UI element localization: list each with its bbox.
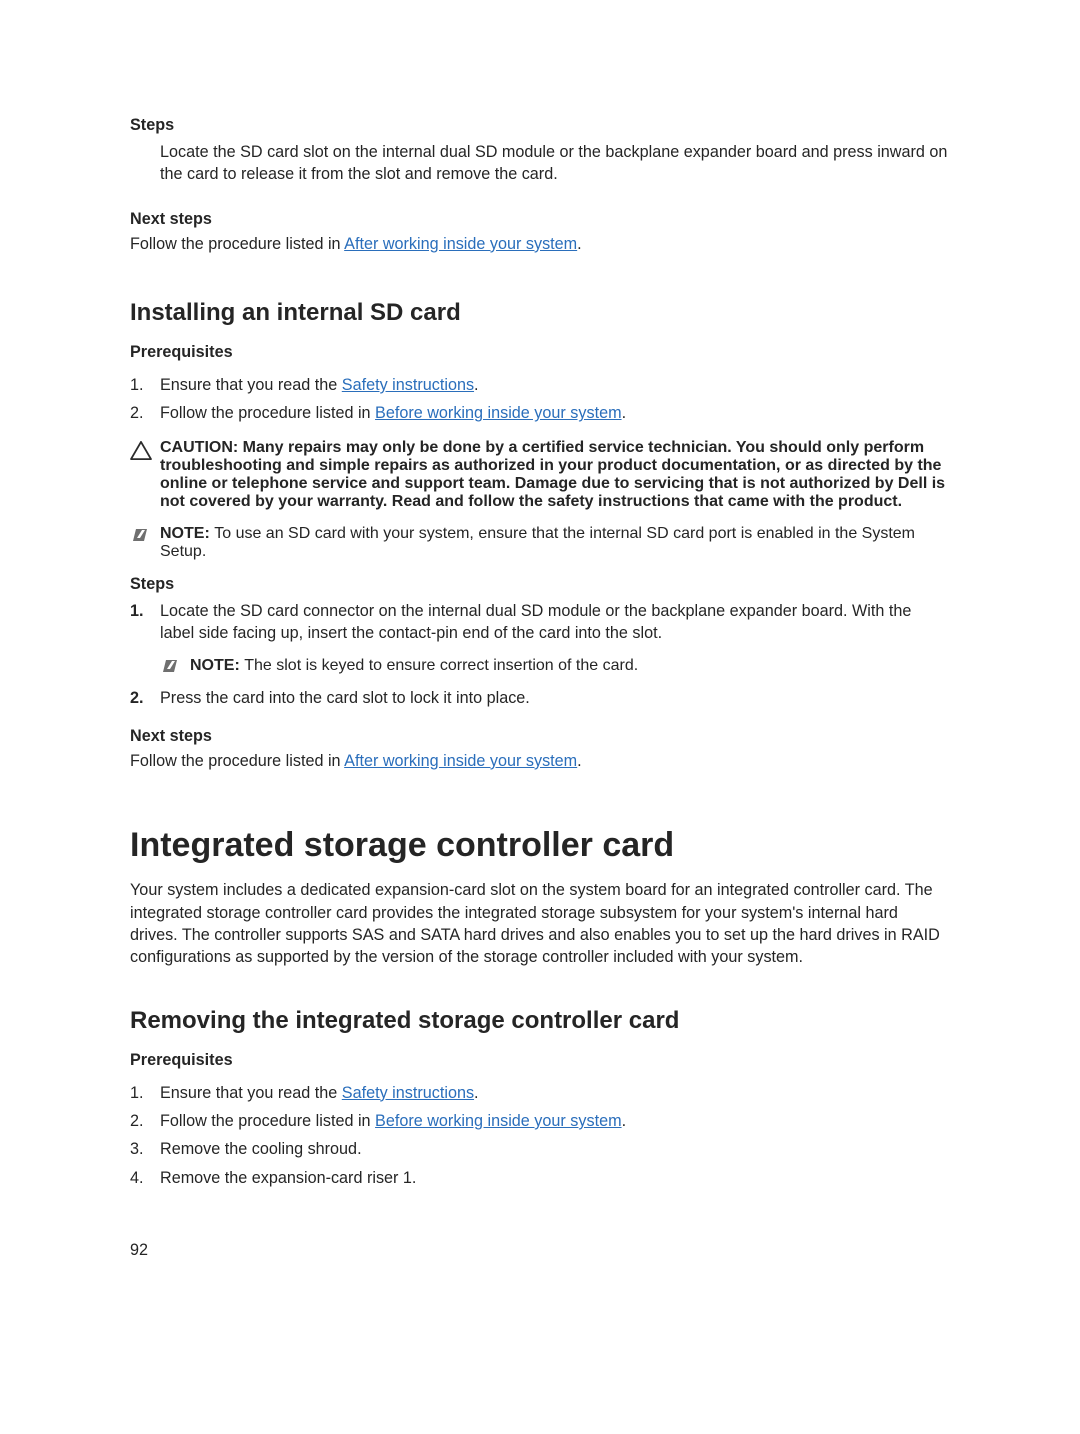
after-working-link[interactable]: After working inside your system bbox=[344, 752, 577, 770]
safety-instructions-link[interactable]: Safety instructions bbox=[342, 376, 474, 394]
prerequisites-list: 1. Ensure that you read the Safety instr… bbox=[130, 374, 950, 425]
step-note-text: NOTE: The slot is keyed to ensure correc… bbox=[190, 657, 950, 679]
caution-callout: CAUTION: Many repairs may only be done b… bbox=[130, 439, 950, 511]
steps-list: 1. Locate the SD card connector on the i… bbox=[130, 600, 950, 645]
safety-instructions-link[interactable]: Safety instructions bbox=[342, 1084, 474, 1102]
page-number: 92 bbox=[130, 1241, 950, 1260]
steps-list: 2. Press the card into the card slot to … bbox=[130, 687, 950, 709]
note-icon bbox=[130, 525, 160, 561]
list-item: 1. Locate the SD card connector on the i… bbox=[130, 600, 950, 645]
caution-text: CAUTION: Many repairs may only be done b… bbox=[160, 439, 950, 511]
list-item: 2. Follow the procedure listed in Before… bbox=[130, 402, 950, 424]
next-steps-heading: Next steps bbox=[130, 727, 950, 746]
list-item: 4. Remove the expansion-card riser 1. bbox=[130, 1167, 950, 1189]
removing-isc-heading: Removing the integrated storage controll… bbox=[130, 1007, 950, 1035]
after-working-link[interactable]: After working inside your system bbox=[344, 235, 577, 253]
list-item: 2. Press the card into the card slot to … bbox=[130, 687, 950, 709]
integrated-storage-paragraph: Your system includes a dedicated expansi… bbox=[130, 879, 950, 968]
list-item: 2. Follow the procedure listed in Before… bbox=[130, 1110, 950, 1132]
note-text: NOTE: To use an SD card with your system… bbox=[160, 525, 950, 561]
steps-body: Locate the SD card slot on the internal … bbox=[130, 141, 950, 186]
integrated-storage-heading: Integrated storage controller card bbox=[130, 826, 950, 865]
steps-heading: Steps bbox=[130, 575, 950, 594]
list-item: 1. Ensure that you read the Safety instr… bbox=[130, 1082, 950, 1104]
prerequisites-heading: Prerequisites bbox=[130, 1051, 950, 1070]
list-item: 1. Ensure that you read the Safety instr… bbox=[130, 374, 950, 396]
note-callout: NOTE: To use an SD card with your system… bbox=[130, 525, 950, 561]
next-steps-heading: Next steps bbox=[130, 210, 950, 229]
list-item: 3. Remove the cooling shroud. bbox=[130, 1138, 950, 1160]
caution-icon bbox=[130, 439, 160, 511]
next-steps-text: Follow the procedure listed in After wor… bbox=[130, 233, 950, 255]
step-note-callout: NOTE: The slot is keyed to ensure correc… bbox=[130, 657, 950, 679]
steps-heading: Steps bbox=[130, 116, 950, 135]
prerequisites-list: 1. Ensure that you read the Safety instr… bbox=[130, 1082, 950, 1189]
installing-sd-card-heading: Installing an internal SD card bbox=[130, 299, 950, 327]
next-steps-text: Follow the procedure listed in After wor… bbox=[130, 750, 950, 772]
prerequisites-heading: Prerequisites bbox=[130, 343, 950, 362]
note-icon bbox=[160, 657, 190, 679]
before-working-link[interactable]: Before working inside your system bbox=[375, 404, 622, 422]
before-working-link[interactable]: Before working inside your system bbox=[375, 1112, 622, 1130]
